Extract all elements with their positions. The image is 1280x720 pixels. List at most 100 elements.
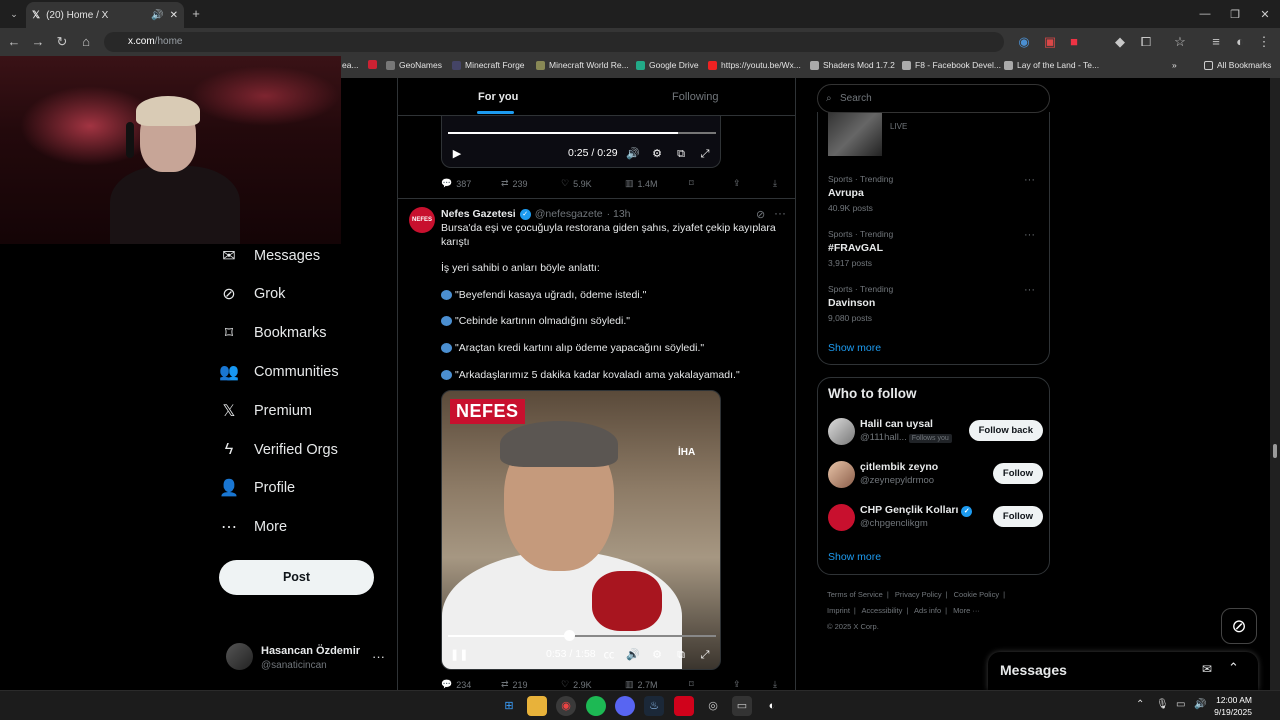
- bookmark-item[interactable]: Minecraft Forge: [452, 60, 525, 70]
- tweet-time[interactable]: · 13h: [607, 208, 631, 220]
- bookmark-item[interactable]: F8 - Facebook Devel...: [902, 60, 1001, 70]
- bookmark-item[interactable]: Minecraft World Re...: [536, 60, 629, 70]
- volume-icon[interactable]: 🔊: [626, 648, 640, 662]
- video-progress[interactable]: [448, 635, 716, 637]
- tab-search-icon[interactable]: ⌄: [6, 6, 22, 22]
- expand-icon[interactable]: ⌃: [1228, 660, 1239, 676]
- sidebar-item-more[interactable]: ⋯ More: [218, 515, 287, 539]
- grok-app-icon[interactable]: ◐: [762, 696, 782, 716]
- chrome-icon[interactable]: ◉: [556, 696, 576, 716]
- trend-item[interactable]: Sports · Trending Davinson 9,080 posts ·…: [828, 284, 1043, 323]
- bookmark-overflow[interactable]: »: [1172, 60, 1177, 70]
- live-thumbnail[interactable]: [828, 112, 882, 156]
- back-icon[interactable]: ←: [6, 34, 22, 50]
- bookmark-item[interactable]: [368, 60, 377, 69]
- page-scrollbar[interactable]: [1270, 78, 1280, 690]
- home-icon[interactable]: ⌂: [78, 34, 94, 50]
- volume-tray-icon[interactable]: 🔊: [1194, 699, 1206, 710]
- reply-button[interactable]: 💬 234: [441, 679, 471, 690]
- bookmark-item[interactable]: GeoNames: [386, 60, 442, 70]
- follow-suggestion[interactable]: çitlembik zeyno @zeynepyldrmoo Follow: [828, 461, 1043, 491]
- pause-icon[interactable]: ❚❚: [450, 648, 468, 662]
- follow-button[interactable]: Follow: [992, 463, 1043, 484]
- bookmark-item[interactable]: Lay of the Land - Te...: [1004, 60, 1099, 70]
- fullscreen-icon[interactable]: ⤢: [698, 648, 712, 662]
- pip-icon[interactable]: ⧉: [674, 648, 688, 662]
- app-icon[interactable]: ◎: [703, 696, 723, 716]
- more-icon[interactable]: ···: [372, 649, 385, 664]
- menu-icon[interactable]: ⋮: [1256, 34, 1272, 50]
- sidebar-item-bookmarks[interactable]: ⌑ Bookmarks: [218, 321, 327, 345]
- bookmark-button[interactable]: ⌑: [689, 178, 694, 189]
- media-icon[interactable]: ≡: [1208, 34, 1224, 50]
- app-icon[interactable]: [674, 696, 694, 716]
- minimize-button[interactable]: —: [1188, 0, 1222, 28]
- pip-icon[interactable]: ⧉: [674, 147, 688, 161]
- play-icon[interactable]: ▶: [450, 147, 464, 161]
- like-button[interactable]: ♡ 5.9K: [561, 178, 592, 189]
- video-player[interactable]: ▶ 0:25 / 0:29 🔊 ⚙ ⧉ ⤢: [441, 116, 721, 168]
- volume-icon[interactable]: 🔊: [626, 147, 640, 161]
- search-input[interactable]: ⌕ Search: [817, 84, 1050, 113]
- follow-suggestion[interactable]: Halil can uysal @111hall... Follows you F…: [828, 418, 1043, 448]
- avatar[interactable]: [828, 461, 855, 488]
- all-bookmarks[interactable]: All Bookmarks: [1204, 60, 1271, 70]
- download-button[interactable]: ⤓: [773, 178, 777, 189]
- terminal-icon[interactable]: ▭: [732, 696, 752, 716]
- trends-show-more[interactable]: Show more: [828, 342, 881, 354]
- grok-icon[interactable]: ⊘: [756, 208, 765, 221]
- extension-icon[interactable]: ◆: [1112, 34, 1128, 50]
- like-button[interactable]: ♡ 2.9K: [561, 679, 592, 690]
- follow-back-button[interactable]: Follow back: [968, 420, 1043, 441]
- new-tab-icon[interactable]: +: [188, 6, 204, 22]
- browser-tab[interactable]: 𝕏 (20) Home / X 🔊 ✕: [26, 2, 184, 28]
- profile-icon[interactable]: ◐: [1232, 34, 1248, 50]
- settings-icon[interactable]: ⚙: [650, 147, 664, 161]
- tweet-handle[interactable]: @nefesgazete: [535, 208, 603, 220]
- settings-icon[interactable]: ⚙: [650, 648, 664, 662]
- views-button[interactable]: ▥ 2.7M: [625, 679, 658, 690]
- spotify-icon[interactable]: [586, 696, 606, 716]
- bookmark-item[interactable]: https://youtu.be/Wx...: [708, 60, 801, 70]
- follow-button[interactable]: Follow: [992, 506, 1043, 527]
- tab-for-you[interactable]: For you: [478, 91, 518, 103]
- sidebar-item-grok[interactable]: ⊘ Grok: [218, 282, 285, 306]
- tab-following[interactable]: Following: [672, 91, 718, 103]
- tray-chevron-icon[interactable]: ⌃: [1136, 699, 1144, 710]
- sidebar-item-verified-orgs[interactable]: ϟ Verified Orgs: [218, 438, 338, 462]
- close-window-button[interactable]: ✕: [1248, 0, 1280, 28]
- file-explorer-icon[interactable]: [527, 696, 547, 716]
- avatar[interactable]: [828, 418, 855, 445]
- bookmark-button[interactable]: ⌑: [689, 679, 694, 690]
- follow-suggestion[interactable]: CHP Gençlik Kolları ✓ @chpgenclikgm Foll…: [828, 504, 1043, 534]
- extension-icon[interactable]: ■: [1066, 34, 1082, 50]
- reload-icon[interactable]: ↻: [54, 34, 70, 50]
- follow-show-more[interactable]: Show more: [828, 551, 881, 563]
- avatar[interactable]: [828, 504, 855, 531]
- system-clock[interactable]: 12:00 AM 9/19/2025: [1212, 694, 1252, 718]
- bookmark-item[interactable]: ea...: [342, 60, 359, 70]
- steam-icon[interactable]: ♨: [644, 696, 664, 716]
- speaker-icon[interactable]: 🔊: [151, 10, 163, 21]
- account-switcher[interactable]: Hasancan Özdemir @sanaticincan ···: [226, 643, 391, 673]
- sidebar-item-profile[interactable]: 👤 Profile: [218, 476, 295, 500]
- post-button[interactable]: Post: [219, 560, 374, 595]
- extension-icon[interactable]: ◉: [1016, 34, 1032, 50]
- avatar[interactable]: NEFES: [409, 207, 435, 233]
- discord-icon[interactable]: [615, 696, 635, 716]
- video-progress[interactable]: [448, 132, 716, 134]
- address-bar[interactable]: x.com/home: [104, 32, 1004, 52]
- grok-fab-button[interactable]: ⊘: [1221, 608, 1257, 644]
- fullscreen-icon[interactable]: ⤢: [698, 147, 712, 161]
- trend-item[interactable]: Sports · Trending #FRAvGAL 3,917 posts ·…: [828, 229, 1043, 268]
- more-icon[interactable]: ···: [1024, 284, 1035, 296]
- tweet-author[interactable]: Nefes Gazetesi: [441, 208, 516, 220]
- more-icon[interactable]: ···: [774, 206, 786, 220]
- sidebar-item-communities[interactable]: 👥 Communities: [218, 360, 339, 384]
- puzzle-icon[interactable]: ⧠: [1138, 34, 1154, 50]
- sidebar-item-messages[interactable]: ✉ Messages: [218, 244, 320, 268]
- repost-button[interactable]: ⇄ 219: [501, 679, 528, 690]
- reply-button[interactable]: 💬 387: [441, 178, 471, 189]
- video-player[interactable]: NEFES İHA ❚❚ 0:53 / 1:58 ㏄ 🔊 ⚙ ⧉ ⤢: [441, 390, 721, 670]
- scrubber-handle[interactable]: [563, 630, 575, 641]
